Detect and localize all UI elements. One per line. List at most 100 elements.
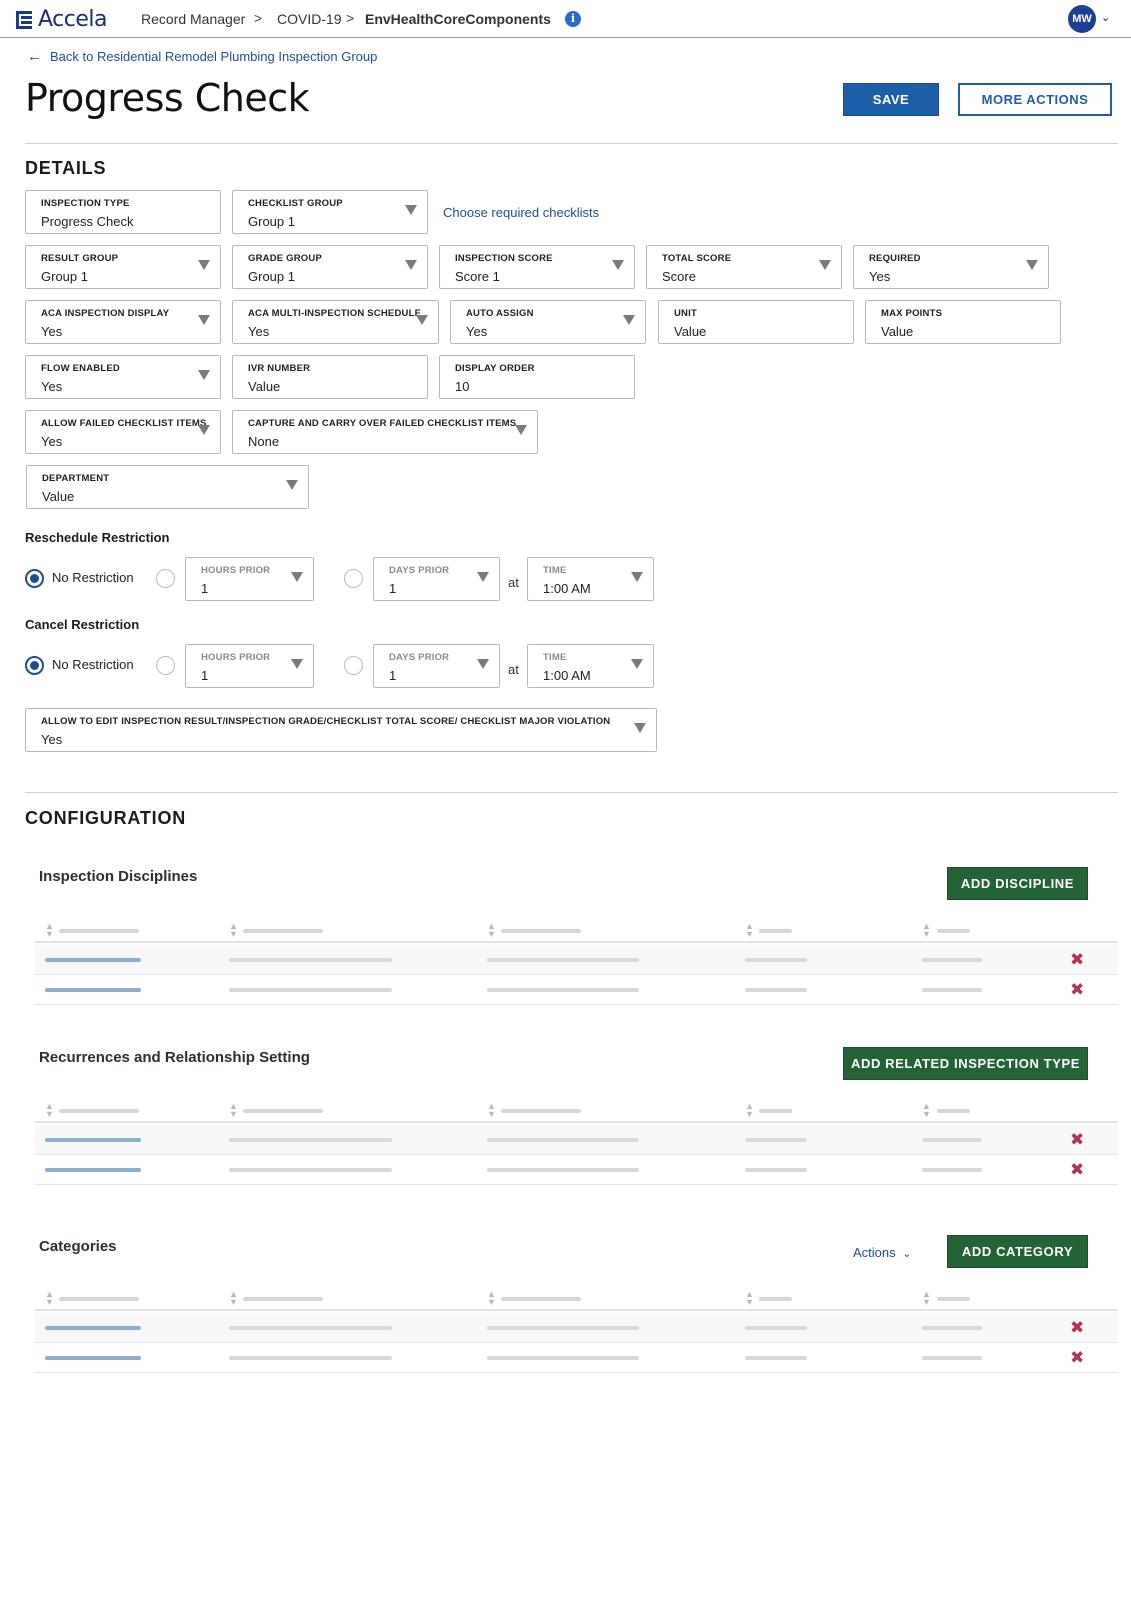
actions-dropdown[interactable]: Actions ⌄ [853, 1245, 911, 1260]
column-header[interactable] [243, 929, 323, 933]
column-header[interactable] [59, 1297, 139, 1301]
sort-icon[interactable]: ▲ ▼ [487, 1102, 496, 1119]
column-header[interactable] [759, 1297, 792, 1301]
sort-icon[interactable]: ▲ ▼ [745, 1102, 754, 1119]
unit-field[interactable]: UNIT Value [658, 300, 854, 344]
field-label: RESULT GROUP [41, 253, 119, 264]
field-value: Yes [466, 324, 488, 339]
ivr-number-field[interactable]: IVR NUMBER Value [232, 355, 428, 399]
radio-label: No Restriction [52, 657, 134, 672]
table-cell [922, 1326, 982, 1330]
sort-icon[interactable]: ▲ ▼ [745, 922, 754, 939]
delete-x-icon[interactable]: ✖ [1070, 1319, 1084, 1336]
breadcrumb-covid-19[interactable]: COVID-19 [277, 11, 342, 27]
aca-multi-inspection-schedule-select[interactable]: ACA MULTI-INSPECTION SCHEDULE Yes [232, 300, 439, 344]
column-header[interactable] [759, 929, 792, 933]
table-cell[interactable] [45, 988, 141, 992]
back-link[interactable]: ← Back to Residential Remodel Plumbing I… [27, 48, 377, 65]
table-row: ✖ [35, 1343, 1118, 1373]
delete-x-icon[interactable]: ✖ [1070, 981, 1084, 998]
allow-failed-checklist-items-select[interactable]: ALLOW FAILED CHECKLIST ITEMS Yes [25, 410, 221, 454]
sort-icon[interactable]: ▲ ▼ [229, 1290, 238, 1307]
department-select[interactable]: DEPARTMENT Value [26, 465, 309, 509]
cancel-days-prior-radio[interactable] [344, 656, 363, 675]
table-cell [922, 1356, 982, 1360]
reschedule-hours-prior-select[interactable]: HOURS PRIOR 1 [185, 557, 314, 601]
delete-x-icon[interactable]: ✖ [1070, 1131, 1084, 1148]
sort-icon[interactable]: ▲ ▼ [229, 1102, 238, 1119]
reschedule-no-restriction-radio[interactable] [25, 569, 44, 588]
grade-group-select[interactable]: GRADE GROUP Group 1 [232, 245, 428, 289]
cancel-time-select[interactable]: TIME 1:00 AM [527, 644, 654, 688]
table-cell [922, 958, 982, 962]
add-related-inspection-type-button[interactable]: ADD RELATED INSPECTION TYPE [843, 1047, 1088, 1080]
sort-icon[interactable]: ▲ ▼ [745, 1290, 754, 1307]
arrow-left-icon: ← [27, 48, 42, 65]
column-header[interactable] [937, 1109, 970, 1113]
display-order-field[interactable]: DISPLAY ORDER 10 [439, 355, 635, 399]
reschedule-time-select[interactable]: TIME 1:00 AM [527, 557, 654, 601]
sort-icon[interactable]: ▲ ▼ [229, 922, 238, 939]
column-header[interactable] [59, 1109, 139, 1113]
table-cell[interactable] [45, 1356, 141, 1360]
column-header[interactable] [501, 1297, 581, 1301]
accela-logo[interactable]: Accela [16, 7, 107, 32]
table-cell[interactable] [45, 1326, 141, 1330]
top-navigation-bar: Accela Record Manager > COVID-19 > EnvHe… [0, 0, 1131, 38]
result-group-select[interactable]: RESULT GROUP Group 1 [25, 245, 221, 289]
flow-enabled-select[interactable]: FLOW ENABLED Yes [25, 355, 221, 399]
capture-carry-over-select[interactable]: CAPTURE AND CARRY OVER FAILED CHECKLIST … [232, 410, 538, 454]
allow-edit-select[interactable]: ALLOW TO EDIT INSPECTION RESULT/INSPECTI… [25, 708, 657, 752]
save-button[interactable]: SAVE [843, 83, 939, 116]
sort-icon[interactable]: ▲ ▼ [922, 922, 931, 939]
table-cell [487, 1356, 639, 1360]
cancel-no-restriction-radio[interactable] [25, 656, 44, 675]
choose-checklists-link[interactable]: Choose required checklists [443, 205, 599, 220]
table-cell[interactable] [45, 958, 141, 962]
sort-icon[interactable]: ▲ ▼ [922, 1102, 931, 1119]
reschedule-hours-prior-radio[interactable] [156, 569, 175, 588]
max-points-field[interactable]: MAX POINTS Value [865, 300, 1061, 344]
avatar[interactable]: MW [1068, 5, 1096, 33]
column-header[interactable] [243, 1109, 323, 1113]
sort-icon[interactable]: ▲ ▼ [45, 1102, 54, 1119]
column-header[interactable] [759, 1109, 792, 1113]
sort-icon[interactable]: ▲ ▼ [922, 1290, 931, 1307]
breadcrumb-record-manager[interactable]: Record Manager [141, 11, 245, 27]
inspection-type-field[interactable]: INSPECTION TYPE Progress Check [25, 190, 221, 234]
aca-inspection-display-select[interactable]: ACA INSPECTION DISPLAY Yes [25, 300, 221, 344]
table-cell[interactable] [45, 1168, 141, 1172]
checklist-group-select[interactable]: CHECKLIST GROUP Group 1 [232, 190, 428, 234]
delete-x-icon[interactable]: ✖ [1070, 951, 1084, 968]
total-score-select[interactable]: TOTAL SCORE Score [646, 245, 842, 289]
add-category-button[interactable]: ADD CATEGORY [947, 1235, 1088, 1268]
chevron-down-icon[interactable]: ⌄ [1101, 11, 1110, 24]
info-icon[interactable]: i [565, 11, 581, 27]
cancel-hours-prior-select[interactable]: HOURS PRIOR 1 [185, 644, 314, 688]
sort-icon[interactable]: ▲ ▼ [487, 1290, 496, 1307]
table-cell[interactable] [45, 1138, 141, 1142]
delete-x-icon[interactable]: ✖ [1070, 1349, 1084, 1366]
column-header[interactable] [501, 929, 581, 933]
sort-icon[interactable]: ▲ ▼ [45, 922, 54, 939]
column-header[interactable] [59, 929, 139, 933]
column-header[interactable] [937, 1297, 970, 1301]
delete-x-icon[interactable]: ✖ [1070, 1161, 1084, 1178]
column-header[interactable] [937, 929, 970, 933]
auto-assign-select[interactable]: AUTO ASSIGN Yes [450, 300, 646, 344]
reschedule-days-prior-radio[interactable] [344, 569, 363, 588]
cancel-days-prior-select[interactable]: DAYS PRIOR 1 [373, 644, 500, 688]
add-discipline-button[interactable]: ADD DISCIPLINE [947, 867, 1088, 900]
column-header[interactable] [501, 1109, 581, 1113]
required-select[interactable]: REQUIRED Yes [853, 245, 1049, 289]
cancel-hours-prior-radio[interactable] [156, 656, 175, 675]
more-actions-button[interactable]: MORE ACTIONS [958, 83, 1112, 116]
breadcrumb-current: EnvHealthCoreComponents [365, 11, 551, 27]
column-header[interactable] [243, 1297, 323, 1301]
inspection-score-select[interactable]: INSPECTION SCORE Score 1 [439, 245, 635, 289]
sort-icon[interactable]: ▲ ▼ [487, 922, 496, 939]
sort-icon[interactable]: ▲ ▼ [45, 1290, 54, 1307]
table-cell [229, 1356, 392, 1360]
reschedule-days-prior-select[interactable]: DAYS PRIOR 1 [373, 557, 500, 601]
field-value: 1 [389, 581, 397, 596]
